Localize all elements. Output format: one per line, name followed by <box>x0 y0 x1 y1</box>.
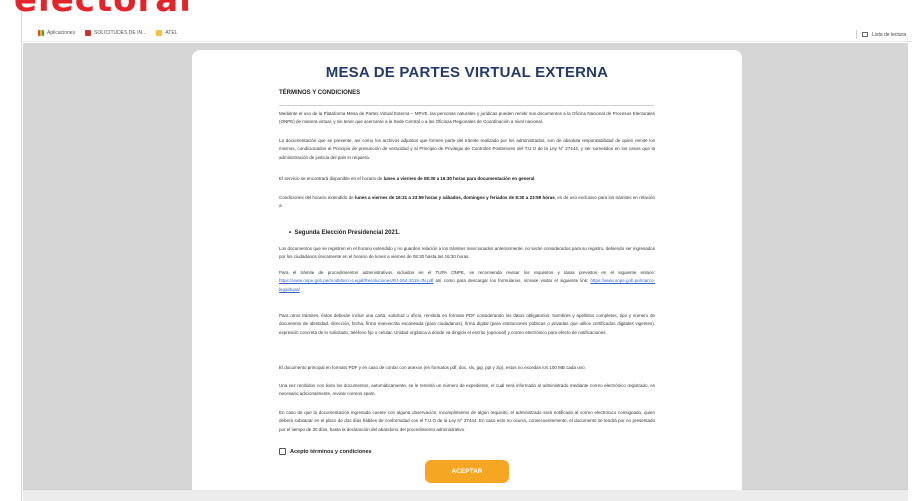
schedule-hours: lunes a viernes de 08:30 a 16:30 horas p… <box>383 176 535 181</box>
bullet-item: • Segunda Elección Presidencial 2021. <box>289 230 400 236</box>
divider <box>279 105 654 106</box>
reading-list-label: Lista de lectura <box>872 31 906 38</box>
paragraph-intro: Mediante el uso de la Plataforma Mesa de… <box>279 111 655 125</box>
accept-terms-label[interactable]: Acepto términos y condiciones <box>290 449 372 455</box>
extended-hours: lunes a viernes de 16:31 a 23:59 horas y… <box>354 195 555 200</box>
paragraph-file-format: El documento principal en formato PDF y … <box>279 365 586 370</box>
bookmark-label: SOLICITUDES DE IN... <box>94 30 147 36</box>
terms-card: MESA DE PARTES VIRTUAL EXTERNA TÉRMINOS … <box>192 50 742 490</box>
paragraph-observations: En caso de que la documentación ingresad… <box>279 410 655 432</box>
bookmark-aplicaciones[interactable]: Aplicaciones <box>38 30 75 36</box>
bookmark-atel[interactable]: ATEL <box>156 30 177 36</box>
bookmarks-bar: Aplicaciones SOLICITUDES DE IN... ATEL L… <box>22 25 912 42</box>
page-title: MESA DE PARTES VIRTUAL EXTERNA <box>325 64 609 81</box>
screenshot-root: Aplicaciones SOLICITUDES DE IN... ATEL L… <box>0 0 912 501</box>
overlay-caption: electoral <box>14 0 192 20</box>
section-title: TÉRMINOS Y CONDICIONES <box>279 90 361 96</box>
accept-button[interactable]: ACEPTAR <box>425 460 509 483</box>
folder-icon <box>156 30 163 36</box>
accept-terms-checkbox[interactable] <box>279 448 286 455</box>
schedule-end: . <box>534 176 536 181</box>
bullet-text: Segunda Elección Presidencial 2021. <box>294 230 400 236</box>
paragraph-responsibility: La documentación que se presente, así co… <box>279 138 655 160</box>
extended-text: Condiciones del horario extendido de <box>279 195 355 200</box>
bookmark-label: Aplicaciones <box>47 30 76 36</box>
paragraph-tupa: Para el trámite de procedimientos admini… <box>279 269 655 294</box>
paragraph-confirmation: Una vez recibidos con éxito los document… <box>279 383 655 397</box>
tupa-text: Para el trámite de procedimientos admini… <box>279 270 655 275</box>
separator <box>856 30 858 39</box>
tupa-link[interactable]: https://www.onpe.gob.pe/modMarco-Legal/R… <box>279 278 433 283</box>
bookmark-red-icon <box>85 30 92 36</box>
bookmark-label: ATEL <box>165 30 178 36</box>
bookmark-solicitudes[interactable]: SOLICITUDES DE IN... <box>85 30 146 36</box>
accept-terms-row[interactable]: Acepto términos y condiciones <box>279 448 372 455</box>
left-frame <box>0 0 22 501</box>
schedule-text: El servicio se encontrará disponible en … <box>279 176 384 181</box>
reading-list-icon <box>862 32 869 37</box>
paragraph-extended: Condiciones del horario extendido de lun… <box>279 194 655 211</box>
page-bottom-strip <box>23 489 908 501</box>
apps-grid-icon <box>38 30 44 36</box>
paragraph-other-procedures: Para otros trámites, éstos deberán inclu… <box>279 313 655 335</box>
paragraph-schedule: El servicio se encontrará disponible en … <box>279 175 655 183</box>
reading-list-button[interactable]: Lista de lectura <box>856 30 906 39</box>
paragraph-extended-note: Los documentos que se registren en el ho… <box>279 246 655 260</box>
tupa-mid-text: así como para descargar los formularios,… <box>433 278 591 284</box>
